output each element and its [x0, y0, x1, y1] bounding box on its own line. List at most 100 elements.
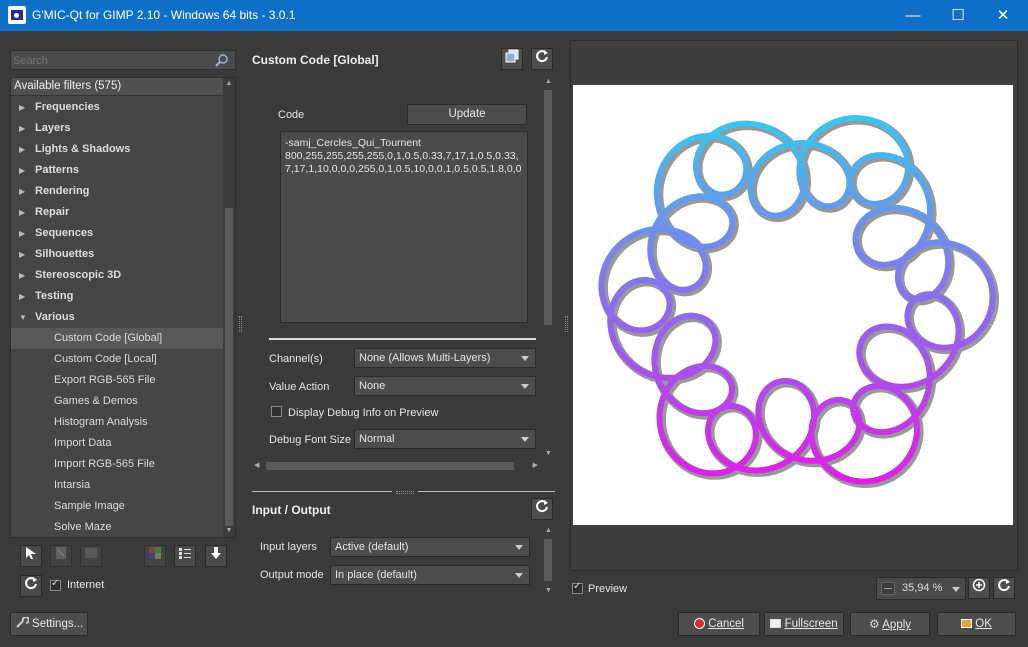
scroll-right-icon[interactable]: ▶ — [533, 460, 538, 472]
add-fave-icon — [26, 547, 36, 559]
fullscreen-button[interactable]: Fullscreen — [764, 612, 844, 636]
zoom-reset-button[interactable] — [993, 577, 1015, 599]
minimize-button[interactable]: — — [890, 0, 936, 31]
value-action-select[interactable]: None — [354, 376, 536, 396]
collapse-arrow-icon: ▼ — [19, 313, 27, 322]
internet-label: Internet — [67, 579, 105, 591]
chevron-down-icon — [515, 545, 523, 550]
scroll-up-icon[interactable]: ▲ — [223, 78, 235, 90]
preview-checkbox[interactable] — [572, 581, 583, 594]
gmic-app-icon — [8, 6, 26, 24]
scrollbar-thumb[interactable] — [544, 90, 552, 325]
category-repair[interactable]: ▶ Repair — [11, 202, 223, 223]
add-favorite-button[interactable] — [20, 545, 42, 567]
filter-item-import-data[interactable]: Import Data — [11, 433, 223, 454]
scroll-down-icon[interactable]: ▼ — [223, 525, 235, 537]
channels-select[interactable]: None (Allows Multi-Layers) — [354, 348, 536, 368]
filter-item-custom-code-local[interactable]: Custom Code [Local] — [11, 349, 223, 370]
title-bar: G'MIC-Qt for GIMP 2.10 - Windows 64 bits… — [0, 0, 1028, 31]
close-window-button[interactable]: ✕ — [980, 0, 1026, 31]
scroll-left-icon[interactable]: ◀ — [254, 460, 259, 472]
reset-io-button[interactable] — [531, 498, 553, 520]
expand-arrow-icon: ▶ — [19, 124, 26, 133]
params-horizontal-scrollbar[interactable]: ◀ ▶ — [252, 460, 540, 472]
category-testing[interactable]: ▶ Testing — [11, 286, 223, 307]
zoom-in-button[interactable] — [968, 577, 990, 599]
preview-label: Preview — [588, 583, 628, 595]
expand-arrow-icon: ▶ — [19, 250, 26, 259]
zoom-out-icon[interactable] — [881, 582, 895, 595]
maximize-button[interactable]: ☐ — [935, 0, 981, 31]
category-frequencies[interactable]: ▶ Frequencies — [11, 97, 223, 118]
category-silhouettes[interactable]: ▶ Silhouettes — [11, 244, 223, 265]
separator-line — [269, 338, 536, 340]
remove-favorite-button[interactable] — [80, 545, 102, 567]
category-layers[interactable]: ▶ Layers — [11, 118, 223, 139]
debug-info-checkbox[interactable] — [271, 406, 282, 417]
output-mode-label: Output mode — [260, 569, 324, 581]
filter-item-histogram-analysis[interactable]: Histogram Analysis — [11, 412, 223, 433]
rename-favorite-button[interactable] — [50, 545, 72, 567]
params-vertical-scrollbar[interactable]: ▲ ▼ — [542, 76, 555, 460]
code-textarea[interactable]: -samj_Cercles_Qui_Tournent 800,255,255,2… — [280, 131, 528, 323]
expand-arrow-icon: ▶ — [19, 103, 26, 112]
scroll-down-icon[interactable]: ▼ — [542, 585, 555, 597]
filter-item-games-demos[interactable]: Games & Demos — [11, 391, 223, 412]
code-label: Code — [278, 109, 305, 121]
io-separator-right — [418, 491, 555, 492]
category-patterns[interactable]: ▶ Patterns — [11, 160, 223, 181]
selection-mode-button[interactable] — [174, 545, 196, 567]
settings-button[interactable]: Settings... — [10, 612, 88, 636]
visibility-toggle-button[interactable] — [144, 545, 166, 567]
scroll-down-icon[interactable]: ▼ — [542, 448, 555, 460]
input-layers-select[interactable]: Active (default) — [330, 537, 530, 557]
category-various[interactable]: ▼ Various — [11, 307, 223, 328]
left-splitter-handle[interactable] — [239, 316, 242, 332]
debug-font-select[interactable]: Normal — [354, 429, 536, 449]
filter-item-export-rgb565[interactable]: Export RGB-565 File — [11, 370, 223, 391]
scroll-up-icon[interactable]: ▲ — [542, 525, 555, 537]
output-mode-select[interactable]: In place (default) — [330, 565, 530, 585]
refresh-filters-button[interactable] — [20, 575, 42, 597]
internet-checkbox[interactable] — [50, 578, 61, 591]
chevron-down-icon[interactable] — [952, 587, 960, 592]
expand-collapse-button[interactable] — [205, 545, 227, 567]
chevron-down-icon — [521, 356, 529, 361]
filter-item-custom-code-global[interactable]: Custom Code [Global] — [11, 328, 223, 349]
channels-label: Channel(s) — [269, 353, 323, 365]
filter-search[interactable] — [10, 50, 236, 70]
ok-button[interactable]: OK — [937, 612, 1016, 636]
preview-image — [598, 115, 999, 488]
zoom-value[interactable]: 35,94 % — [902, 582, 942, 594]
scrollbar-thumb[interactable] — [544, 539, 552, 581]
scrollbar-thumb[interactable] — [225, 208, 233, 526]
cancel-button[interactable]: Cancel — [678, 612, 760, 636]
fullscreen-icon — [770, 619, 782, 628]
preview-canvas[interactable] — [573, 85, 1013, 525]
filter-item-solve-maze[interactable]: Solve Maze — [11, 517, 223, 537]
apply-button[interactable]: ⚙ Apply — [850, 612, 930, 636]
category-lights-shadows[interactable]: ▶ Lights & Shadows — [11, 139, 223, 160]
debug-font-label: Debug Font Size — [269, 434, 351, 446]
scroll-up-icon[interactable]: ▲ — [542, 76, 555, 88]
right-splitter-handle[interactable] — [565, 316, 568, 332]
zoom-field[interactable]: 35,94 % — [876, 577, 966, 600]
update-button[interactable]: Update — [407, 104, 527, 125]
splitter-handle[interactable] — [396, 491, 414, 494]
category-sequences[interactable]: ▶ Sequences — [11, 223, 223, 244]
category-stereoscopic-3d[interactable]: ▶ Stereoscopic 3D — [11, 265, 223, 286]
list-check-icon — [179, 548, 191, 559]
value-action-label: Value Action — [269, 381, 330, 393]
category-rendering[interactable]: ▶ Rendering — [11, 181, 223, 202]
scrollbar-thumb[interactable] — [266, 462, 514, 470]
io-scrollbar[interactable]: ▲ ▼ — [542, 525, 555, 597]
filter-item-sample-image[interactable]: Sample Image — [11, 496, 223, 517]
io-separator-left — [252, 491, 392, 492]
filter-tree-scrollbar[interactable]: ▲ ▼ — [223, 78, 235, 537]
filter-item-intarsia[interactable]: Intarsia — [11, 475, 223, 496]
search-input[interactable] — [13, 53, 208, 68]
reset-params-button[interactable] — [531, 48, 553, 70]
copy-command-button[interactable] — [501, 48, 523, 70]
filter-item-import-rgb565[interactable]: Import RGB-565 File — [11, 454, 223, 475]
window-title: G'MIC-Qt for GIMP 2.10 - Windows 64 bits… — [32, 8, 296, 22]
